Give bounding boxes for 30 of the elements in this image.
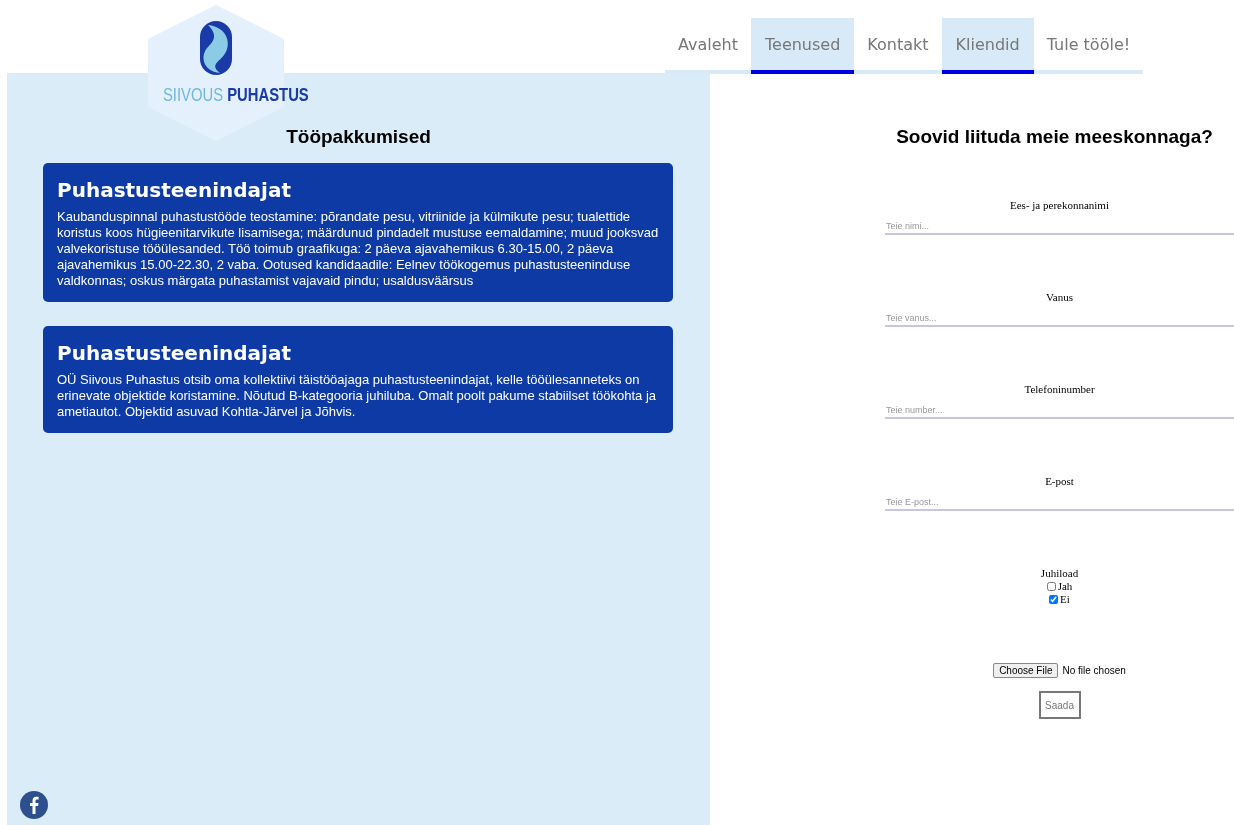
logo-text: SIIVOUS [162, 84, 224, 105]
job-description: OÜ Siivous Puhastus otsib oma kollektiivi täistööajaga puhastusteenindajat, kelle tööülesanneteks on erinevate objektide koristamine. Nõutud B-kategooria juhiluba. Omalt poolt pakume stabiilset töökohta ja ametiautot. Objektid asuvad Kohtla-Järvel ja Jõhvis. [57, 372, 658, 420]
input-field[interactable]: Teie nimi... [885, 219, 1234, 235]
checkbox[interactable] [1049, 595, 1059, 604]
job-title: Puhastusteenindajat [57, 177, 292, 203]
nav-tab[interactable]: Avaleht [665, 18, 751, 74]
input-field[interactable]: Teie number... [885, 403, 1234, 419]
input-field[interactable]: Teie vanus... [885, 311, 1234, 327]
nav-tab[interactable]: Teenused [751, 18, 855, 74]
checkbox[interactable] [1046, 582, 1056, 591]
nav-tab[interactable]: Tule tööle! [1033, 18, 1144, 74]
file-status: No file chosen [1062, 665, 1126, 676]
job-description: Kaubanduspinnal puhastustööde teostamine: põrandate pesu, vitriinide ja külmikute pesu; tualettide koristus koos hügieenitarvikute lisamisega; määrdunud pindadelt mustuse eemaldamine; muud jooksvad valvekoristuse tööülesanded. Töö toimub graafikuga: 2 päeva ajavahemikus 6.30-15.00, 2 päeva ajavahemikus 15.00-22.30, 2 vaba. Ootused kandidaadile: Eelnev töökogemus puhastusteeninduse valdkonnas; oskus märgata puhastamist vajavaid pindu; usaldusväärsus [57, 209, 659, 289]
logo-text: PUHASTUS [227, 84, 309, 105]
field-label: Vanus [1045, 291, 1074, 304]
choose-file-button[interactable]: Choose File [993, 663, 1059, 678]
section-title: Tööpakkumised [285, 125, 432, 149]
nav-tab[interactable]: Kontakt [854, 18, 942, 74]
facebook-icon[interactable] [20, 791, 48, 819]
field-label: Telefoninumber [1023, 383, 1096, 396]
field-label: E-post [1044, 475, 1075, 488]
checkbox-label: Jah [1057, 580, 1073, 593]
nav-tab[interactable]: Kliendid [941, 18, 1034, 74]
job-title: Puhastusteenindajat [57, 340, 292, 366]
field-label: Juhiload [1040, 567, 1079, 580]
checkbox-label: Ei [1060, 593, 1070, 606]
form-title: Soovid liituda meie meeskonnaga? [895, 125, 1214, 149]
field-label: Ees- ja perekonnanimi [1009, 199, 1110, 212]
submit-button[interactable]: Saada [1038, 691, 1081, 719]
input-field[interactable]: Teie E-post... [885, 495, 1234, 511]
